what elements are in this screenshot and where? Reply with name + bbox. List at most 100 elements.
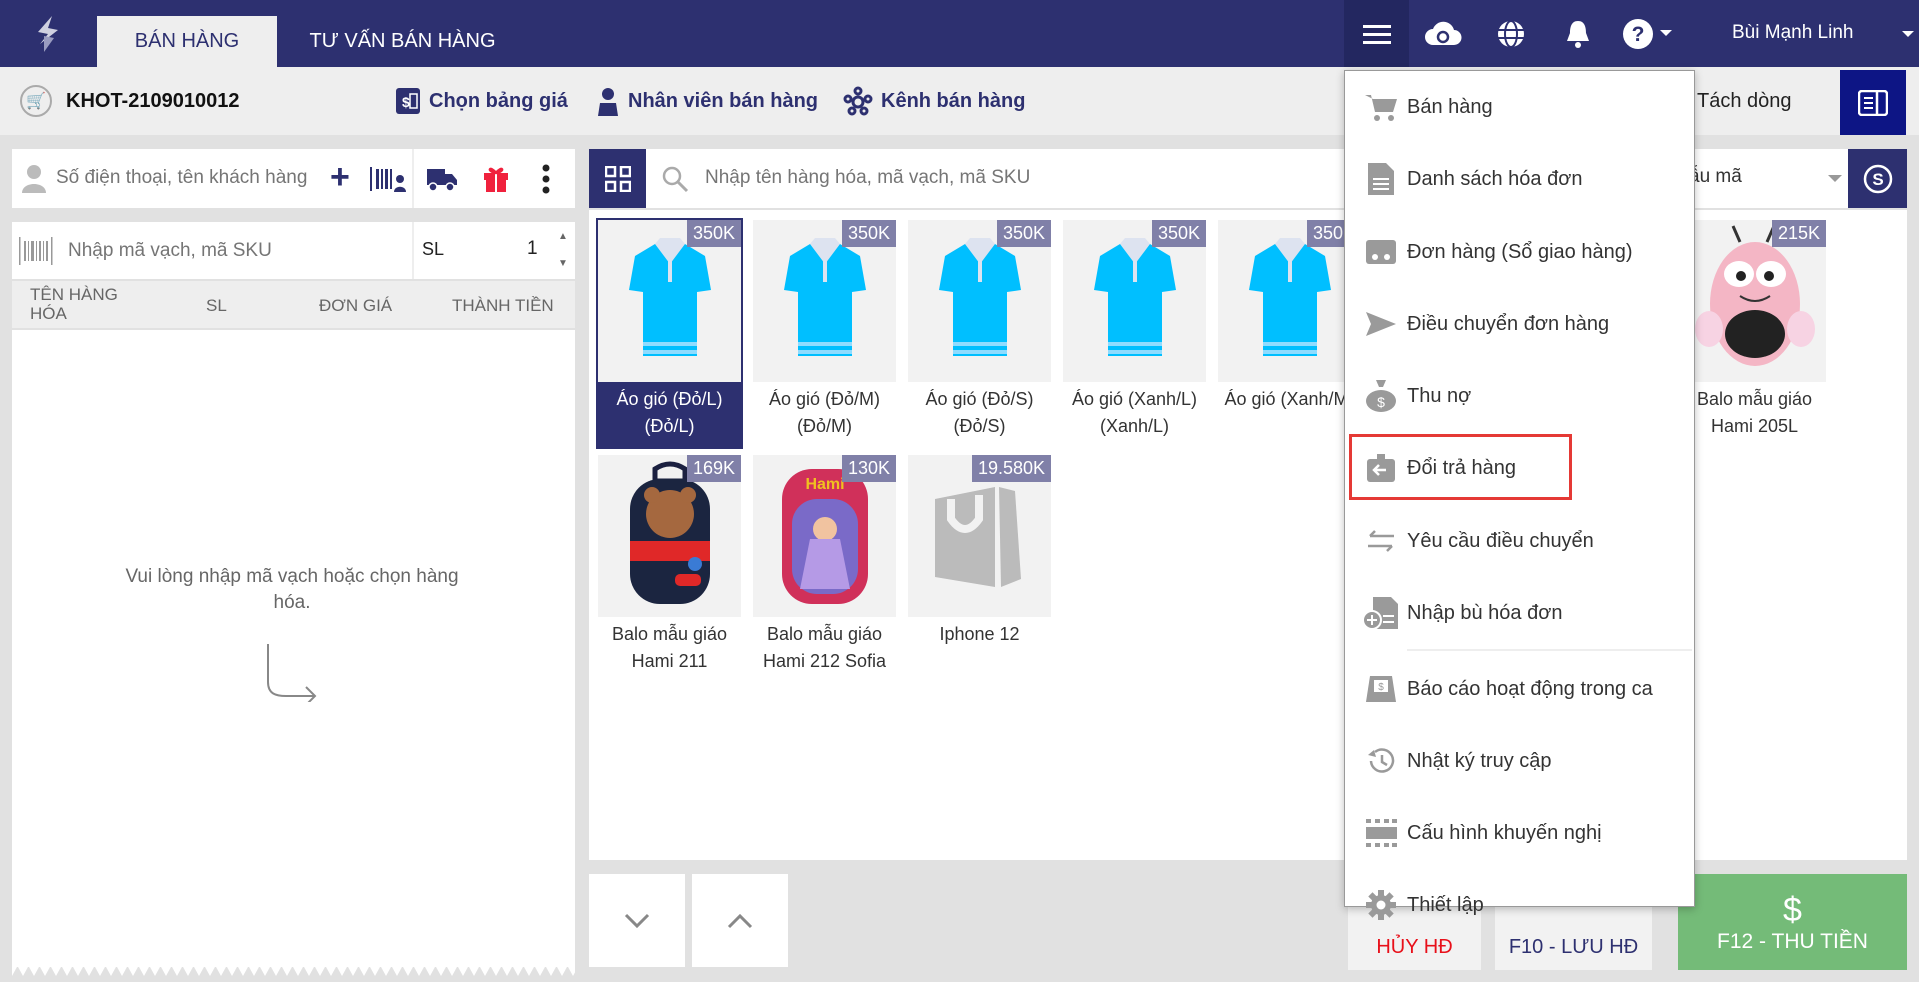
price-list-icon: $ xyxy=(396,88,420,114)
shirt-icon xyxy=(1245,234,1335,369)
invoice-code: KHOT-2109010012 xyxy=(66,89,240,112)
grid-view-button[interactable] xyxy=(589,149,646,208)
salesperson-icon xyxy=(598,88,618,116)
help-icon[interactable]: ? xyxy=(1618,14,1658,54)
add-invoice-icon xyxy=(1363,595,1399,631)
delivery-truck-icon[interactable] xyxy=(426,166,458,197)
menu-item-document[interactable]: Danh sách hóa đơn xyxy=(1345,154,1694,204)
product-name: Iphone 12 xyxy=(939,624,1020,644)
document-icon xyxy=(1363,161,1399,197)
qty-up-arrow-icon[interactable]: ▲ xyxy=(558,231,568,242)
menu-item-truck[interactable]: Đơn hàng (Sổ giao hàng) xyxy=(1345,227,1694,277)
product-image: 215K xyxy=(1683,220,1826,382)
product-price-badge: 169K xyxy=(686,455,741,482)
more-options-icon[interactable] xyxy=(542,163,550,195)
user-caret-icon[interactable] xyxy=(1902,31,1914,37)
empty-cart-message: Vui lòng nhập mã vạch hoặc chọn hàng hóa… xyxy=(125,566,459,613)
gift-icon[interactable] xyxy=(482,163,510,198)
qty-down-arrow-icon[interactable]: ▼ xyxy=(558,258,568,269)
salesperson-button[interactable]: Nhân viên bán hàng xyxy=(596,67,818,135)
product-search-input[interactable] xyxy=(705,161,1305,195)
tab-tu-van-ban-hang[interactable]: TƯ VẤN BÁN HÀNG xyxy=(290,16,515,67)
logo-icon[interactable] xyxy=(30,14,66,54)
customer-search-input[interactable] xyxy=(56,161,336,195)
scroll-down-button[interactable] xyxy=(589,874,685,967)
user-name[interactable]: Bùi Mạnh Linh xyxy=(1732,22,1853,44)
layout-toggle-button[interactable] xyxy=(1840,70,1906,135)
product-tile[interactable]: 350K Áo gió (Đỏ/M) (Đỏ/M) xyxy=(753,220,896,440)
svg-text:Hami: Hami xyxy=(805,476,844,493)
menu-item-config[interactable]: Cấu hình khuyến nghị xyxy=(1345,808,1694,858)
menu-item-gear[interactable]: Thiết lập xyxy=(1345,880,1694,930)
product-image: 350K xyxy=(598,220,741,382)
product-name: Áo gió (Xanh/M) xyxy=(1224,389,1355,409)
product-image: Hami 130K xyxy=(753,455,896,617)
add-customer-icon[interactable]: + xyxy=(330,159,350,195)
top-header: BÁN HÀNG TƯ VẤN BÁN HÀNG ? Bùi Mạnh Linh xyxy=(0,0,1919,67)
pay-button[interactable]: $ F12 - THU TIỀN xyxy=(1678,874,1907,970)
menu-item-exchange[interactable]: Yêu cầu điều chuyển xyxy=(1345,516,1694,566)
salesperson-label: Nhân viên bán hàng xyxy=(628,89,819,112)
tab-ban-hang[interactable]: BÁN HÀNG xyxy=(97,16,277,67)
svg-text:$: $ xyxy=(402,94,410,110)
product-tile[interactable]: 169K Balo mẫu giáo Hami 211 xyxy=(598,455,741,675)
col-unit-price: ĐƠN GIÁ xyxy=(319,296,393,315)
search-icon xyxy=(661,165,689,198)
menu-item-add-invoice[interactable]: Nhập bù hóa đơn xyxy=(1345,588,1694,638)
svg-text:S: S xyxy=(1872,170,1883,189)
product-tile[interactable]: 19.580K Iphone 12 xyxy=(908,455,1051,648)
menu-item-send[interactable]: Điều chuyển đơn hàng xyxy=(1345,299,1694,349)
product-tile[interactable]: Hami 130K Balo mẫu giáo Hami 212 Sofia xyxy=(753,455,896,675)
shirt-icon xyxy=(1090,234,1180,369)
hamburger-menu-button[interactable] xyxy=(1344,0,1409,67)
product-image: 350K xyxy=(908,220,1051,382)
report-icon: $ xyxy=(1363,671,1399,707)
menu-item-return-box[interactable]: Đổi trả hàng xyxy=(1345,443,1694,493)
barcode-icon xyxy=(18,236,54,271)
product-image: 350K xyxy=(1063,220,1206,382)
product-search-row: ẫu mã S xyxy=(589,149,1907,208)
product-tile[interactable]: 350K Áo gió (Xanh/M) xyxy=(1218,220,1361,413)
product-filter-select[interactable]: ẫu mã xyxy=(1689,166,1742,188)
svg-text:$: $ xyxy=(1377,394,1385,410)
product-tile[interactable]: 350K Áo gió (Đỏ/L) (Đỏ/L) xyxy=(596,218,743,449)
product-tile[interactable]: 350K Áo gió (Đỏ/S) (Đỏ/S) xyxy=(908,220,1051,440)
qty-input[interactable]: 1 xyxy=(527,238,538,260)
qty-label: SL xyxy=(422,239,445,259)
exchange-icon xyxy=(1363,523,1399,559)
col-qty: SL xyxy=(206,296,227,315)
globe-icon[interactable] xyxy=(1491,14,1531,54)
cloud-sync-icon[interactable] xyxy=(1423,14,1463,54)
menu-item-cart[interactable]: Bán hàng xyxy=(1345,82,1694,132)
cart-icon: 🛒 xyxy=(20,85,52,117)
filter-caret-icon[interactable] xyxy=(1828,175,1842,182)
product-tile[interactable]: 215K Balo mẫu giáo Hami 205L xyxy=(1683,220,1826,440)
scroll-up-button[interactable] xyxy=(692,874,788,967)
menu-item-label: Điều chuyển đơn hàng xyxy=(1407,312,1610,335)
sales-channel-button[interactable]: Kênh bán hàng xyxy=(843,67,1025,135)
grid-icon xyxy=(604,165,631,192)
menu-item-history[interactable]: Nhật ký truy cập xyxy=(1345,736,1694,786)
barcode-input[interactable] xyxy=(68,234,408,268)
send-icon xyxy=(1363,306,1399,342)
product-price-badge: 350K xyxy=(686,220,741,247)
help-caret-icon[interactable] xyxy=(1660,30,1672,36)
pay-label: F12 - THU TIỀN xyxy=(1717,930,1868,953)
list-layout-icon xyxy=(1858,89,1888,116)
bell-icon[interactable] xyxy=(1558,14,1598,54)
barcode-customer-icon[interactable] xyxy=(368,165,408,193)
menu-item-label: Nhập bù hóa đơn xyxy=(1407,601,1563,624)
menu-icon xyxy=(1362,24,1391,44)
money-bag-icon: $ xyxy=(1363,378,1399,414)
menu-item-money-bag[interactable]: $ Thu nợ xyxy=(1345,371,1694,421)
channel-icon xyxy=(843,86,873,116)
svg-text:$: $ xyxy=(1378,682,1384,693)
col-product-name: TÊN HÀNG HÓA xyxy=(30,285,118,323)
shirt-icon xyxy=(935,234,1025,369)
price-list-button[interactable]: $ Chọn bảng giá xyxy=(395,67,568,135)
menu-item-report[interactable]: $ Báo cáo hoạt động trong ca xyxy=(1345,664,1694,714)
price-mode-button[interactable]: S xyxy=(1848,149,1907,208)
split-line-toggle[interactable]: Tách dòng xyxy=(1697,67,1792,135)
product-tile[interactable]: 350K Áo gió (Xanh/L) (Xanh/L) xyxy=(1063,220,1206,440)
col-total: THÀNH TIỀN xyxy=(452,296,554,315)
